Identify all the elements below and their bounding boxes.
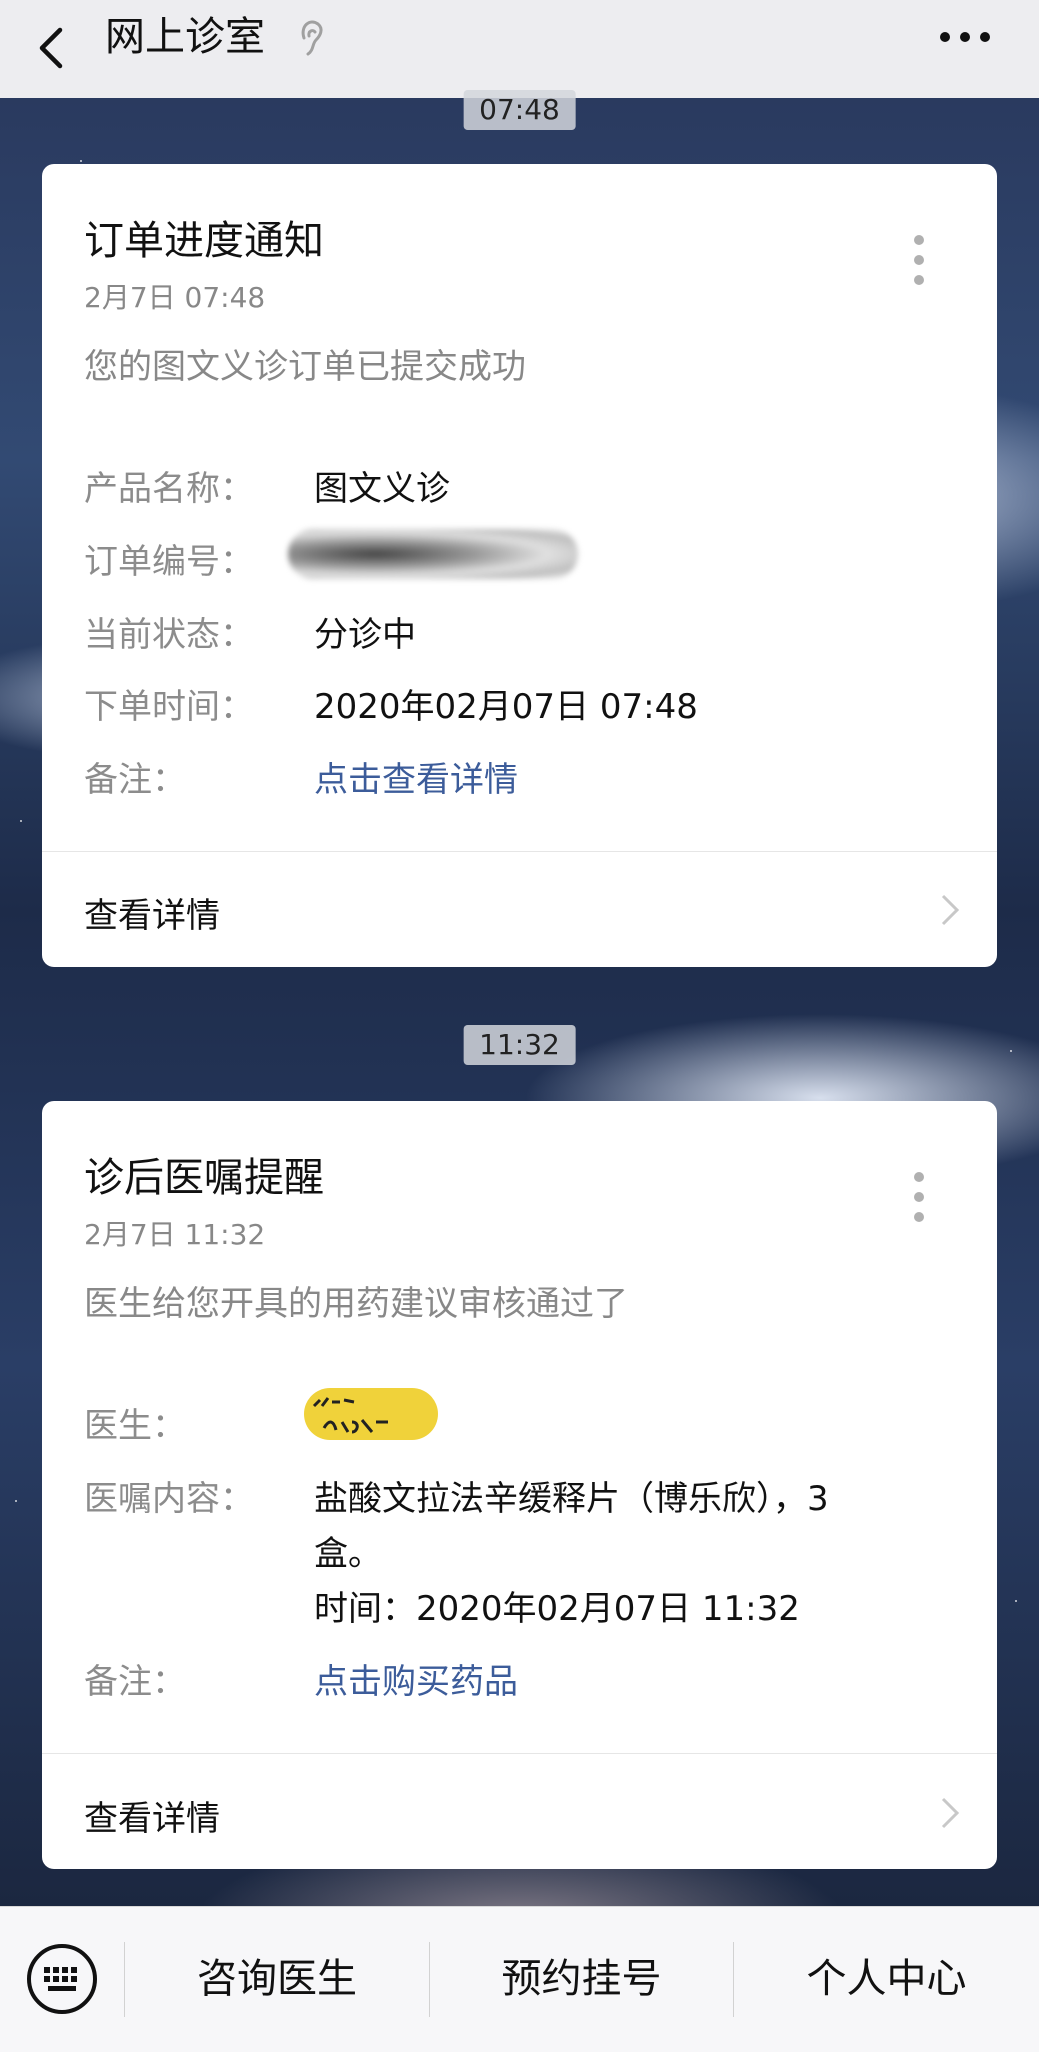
back-arrow-icon[interactable] (30, 22, 78, 74)
card-title: 诊后医嘱提醒 (84, 1155, 324, 1201)
order-number-label: 订单编号： (84, 542, 254, 582)
card-title: 订单进度通知 (84, 218, 324, 264)
message-timestamp: 07:48 (463, 90, 576, 130)
chevron-right-icon (941, 1797, 960, 1829)
remark-label: 备注： (84, 1662, 186, 1702)
card-divider (42, 851, 997, 852)
post-diagnosis-reminder-card: 诊后医嘱提醒 2月7日 11:32 医生给您开具的用药建议审核通过了 医生： 医… (42, 1101, 997, 1869)
remark-label: 备注： (84, 760, 186, 800)
view-details-link[interactable]: 点击查看详情 (314, 752, 518, 801)
card-date: 2月7日 11:32 (84, 1218, 266, 1251)
prescription-line-1: 盐酸文拉法辛缓释片（博乐欣），3 (314, 1479, 829, 1519)
top-navigation-bar: 网上诊室 (0, 0, 1039, 98)
ear-icon (301, 20, 323, 56)
view-details-button[interactable]: 查看详情 (84, 1791, 220, 1840)
menu-appointment[interactable]: 预约挂号 (430, 1907, 733, 2052)
background-star (80, 160, 82, 162)
card-description: 您的图文义诊订单已提交成功 (84, 347, 526, 387)
menu-personal-center[interactable]: 个人中心 (734, 1907, 1039, 2052)
background-star (15, 1500, 17, 1502)
status-label: 当前状态： (84, 615, 254, 655)
order-time-value: 2020年02月07日 07:48 (314, 687, 698, 727)
card-divider (42, 1753, 997, 1754)
card-date: 2月7日 07:48 (84, 281, 266, 314)
doctor-label: 医生： (84, 1406, 186, 1446)
order-time-label: 下单时间： (84, 687, 254, 727)
message-timestamp: 11:32 (463, 1025, 576, 1065)
page-title: 网上诊室 (105, 14, 265, 60)
chevron-right-icon (941, 894, 960, 926)
order-number-redacted (288, 529, 578, 579)
prescription-line-2: 盒。 (314, 1534, 382, 1574)
card-description: 医生给您开具的用药建议审核通过了 (84, 1284, 628, 1324)
prescription-time: 时间：2020年02月07日 11:32 (314, 1589, 800, 1629)
view-details-button[interactable]: 查看详情 (84, 888, 220, 937)
bottom-menu-bar: 咨询医生 预约挂号 个人中心 (0, 1906, 1039, 2052)
menu-consult-doctor[interactable]: 咨询医生 (125, 1907, 429, 2052)
doctor-name-redacted (304, 1388, 438, 1440)
more-options-icon[interactable] (938, 28, 992, 46)
product-name-label: 产品名称： (84, 469, 254, 509)
card-menu-icon[interactable] (913, 234, 925, 286)
background-star (1015, 1600, 1017, 1602)
order-progress-card: 订单进度通知 2月7日 07:48 您的图文义诊订单已提交成功 产品名称： 图文… (42, 164, 997, 967)
buy-medicine-link[interactable]: 点击购买药品 (314, 1654, 518, 1703)
background-star (1010, 1050, 1012, 1052)
status-value: 分诊中 (314, 615, 416, 655)
product-name-value: 图文义诊 (314, 469, 450, 509)
prescription-label: 医嘱内容： (84, 1479, 254, 1519)
background-star (20, 820, 22, 822)
keyboard-icon[interactable] (26, 1943, 98, 2015)
card-menu-icon[interactable] (913, 1171, 925, 1223)
